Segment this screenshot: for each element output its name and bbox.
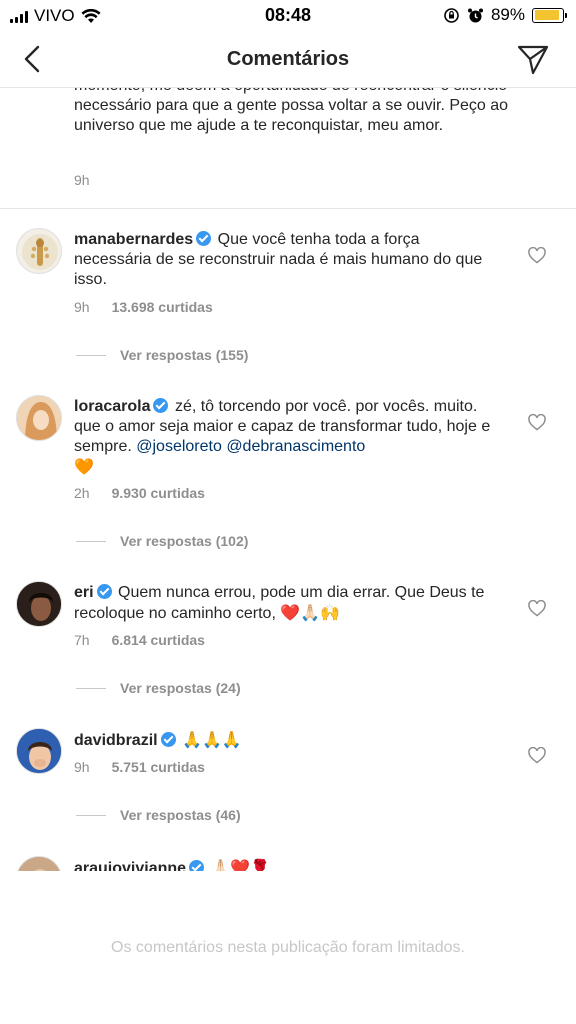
view-replies-button[interactable]: Ver respostas (102) [76, 533, 248, 549]
comment-time: 7h [74, 632, 90, 648]
status-bar: VIVO 08:48 89% [0, 0, 576, 30]
nav-bar: Comentários [0, 30, 576, 88]
view-replies-label: Ver respostas (24) [120, 680, 241, 696]
caption-divider [0, 208, 576, 209]
comments-footer: Os comentários nesta publicação foram li… [0, 871, 576, 1024]
comment-meta: 7h 6.814 curtidas [74, 632, 205, 648]
view-replies-button[interactable]: Ver respostas (46) [76, 807, 241, 823]
comment-meta: 9h 13.698 curtidas [74, 299, 213, 315]
comment-time: 2h [74, 485, 90, 501]
battery-fill [534, 10, 559, 20]
comment-emoji: 🧡 [74, 457, 94, 476]
comment-username[interactable]: eri [74, 584, 94, 601]
comment-username[interactable]: araujovivianne [74, 860, 186, 871]
send-icon[interactable] [516, 42, 550, 76]
comment-likes[interactable]: 9.930 curtidas [112, 485, 205, 501]
caption-time: 9h [74, 172, 90, 188]
like-heart-icon[interactable] [528, 414, 546, 431]
comments-list[interactable]: momento, me deem a oportunidade de reenc… [0, 88, 576, 871]
comment-meta: 2h 9.930 curtidas [74, 485, 205, 501]
replies-line [76, 814, 106, 816]
like-heart-icon[interactable] [528, 247, 546, 264]
avatar[interactable] [16, 856, 62, 871]
comments-limited-notice: Os comentários nesta publicação foram li… [111, 939, 465, 956]
comment-time: 9h [74, 759, 90, 775]
post-caption: momento, me deem a oportunidade de reenc… [74, 88, 509, 134]
rotation-lock-icon [444, 7, 459, 23]
battery-percent: 89% [490, 5, 525, 24]
comment-likes[interactable]: 5.751 curtidas [112, 759, 205, 775]
status-right: 89% [443, 5, 567, 25]
replies-line [76, 540, 106, 542]
comment-text: davidbrazil 🙏🙏🙏 [74, 730, 494, 751]
like-heart-icon[interactable] [528, 600, 546, 617]
comment-username[interactable]: davidbrazil [74, 732, 158, 749]
comment-text: eri Quem nunca errou, pode um dia errar.… [74, 583, 494, 624]
verified-badge-icon [160, 732, 176, 747]
view-replies-button[interactable]: Ver respostas (24) [76, 680, 241, 696]
view-replies-label: Ver respostas (46) [120, 807, 241, 823]
comment-body: 🙏🙏🙏 [182, 730, 242, 749]
comment-text: loracarola zé, tô torcendo por você. por… [74, 397, 494, 478]
comment-likes[interactable]: 6.814 curtidas [112, 632, 205, 648]
alarm-icon [467, 8, 483, 22]
comment-text: araujovivianne 🙏🏻❤️🌹 [74, 858, 494, 871]
comment-mentions[interactable]: @joseloreto @debranascimento [136, 438, 365, 455]
comment-meta: 9h 5.751 curtidas [74, 759, 205, 775]
view-replies-label: Ver respostas (155) [120, 347, 249, 363]
comment-emoji: ❤️🙏🏻🙌 [280, 603, 341, 622]
battery-icon [532, 7, 567, 23]
comment-time: 9h [74, 299, 90, 315]
avatar[interactable] [16, 581, 62, 627]
replies-line [76, 354, 106, 356]
comment-text: manabernardes Que você tenha toda a forç… [74, 230, 494, 290]
comment-likes[interactable]: 13.698 curtidas [112, 299, 213, 315]
verified-badge-icon [189, 860, 205, 871]
like-heart-icon[interactable] [528, 747, 546, 764]
verified-badge-icon [196, 231, 212, 246]
avatar[interactable] [16, 728, 62, 774]
verified-badge-icon [96, 584, 112, 599]
view-replies-label: Ver respostas (102) [120, 533, 249, 549]
page-title: Comentários [226, 48, 350, 70]
view-replies-button[interactable]: Ver respostas (155) [76, 347, 248, 363]
avatar[interactable] [16, 228, 62, 274]
replies-line [76, 687, 106, 689]
verified-badge-icon [153, 398, 169, 413]
comment-username[interactable]: loracarola [74, 398, 150, 415]
comment-username[interactable]: manabernardes [74, 231, 193, 248]
avatar[interactable] [16, 395, 62, 441]
comment-body: 🙏🏻❤️🌹 [210, 858, 271, 871]
